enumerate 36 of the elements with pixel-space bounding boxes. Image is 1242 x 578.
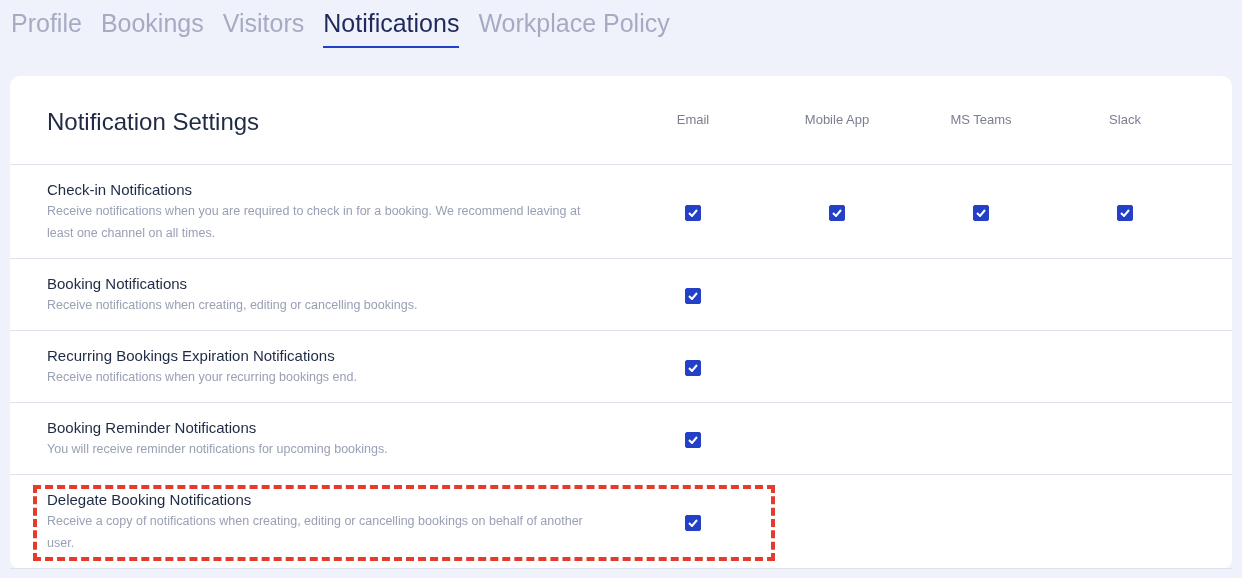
checkmark-icon: [688, 435, 698, 444]
checkbox[interactable]: [685, 514, 701, 531]
checkbox[interactable]: [973, 204, 989, 221]
checkmark-icon: [976, 208, 986, 217]
checkbox[interactable]: [685, 359, 701, 376]
checkmark-icon: [1120, 208, 1130, 217]
setting-description: Receive notifications when you are required to check in for a booking. We recommend leaving at least one channel on all times.: [47, 203, 582, 242]
checkmark-icon: [688, 208, 698, 217]
column-header: Email: [675, 111, 711, 127]
setting-description: Receive notifications when creating, editing or cancelling bookings.: [47, 297, 419, 314]
tab[interactable]: Notifications: [323, 4, 460, 48]
setting-description: Receive notifications when your recurring bookings end.: [47, 369, 358, 386]
checkmark-icon: [688, 291, 698, 300]
checkbox[interactable]: [829, 204, 845, 221]
checkbox[interactable]: [1117, 204, 1133, 221]
checkbox[interactable]: [685, 287, 701, 304]
tab[interactable]: Workplace Policy: [478, 4, 670, 48]
setting-title: Booking Notifications: [47, 275, 189, 292]
setting-title: Recurring Bookings Expiration Notifications: [47, 347, 336, 364]
setting-title: Check-in Notifications: [47, 181, 194, 198]
setting-description: You will receive reminder notifications for upcoming bookings.: [47, 441, 389, 458]
tab[interactable]: Visitors: [222, 4, 305, 48]
setting-title: Booking Reminder Notifications: [47, 419, 258, 436]
settings-title: Notification Settings: [46, 107, 261, 136]
checkmark-icon: [832, 208, 842, 217]
column-header: Slack: [1108, 111, 1142, 127]
tab[interactable]: Bookings: [100, 4, 204, 48]
checkmark-icon: [688, 363, 698, 372]
setting-title: Delegate Booking Notifications: [47, 491, 253, 508]
column-header: Mobile App: [803, 111, 871, 127]
checkbox[interactable]: [685, 204, 701, 221]
column-header: MS Teams: [949, 111, 1013, 127]
setting-description: Receive a copy of notifications when creating, editing or cancelling bookings on behalf of another user.: [47, 513, 584, 552]
checkbox[interactable]: [685, 431, 701, 448]
tab[interactable]: Profile: [11, 4, 82, 48]
checkmark-icon: [688, 518, 698, 527]
